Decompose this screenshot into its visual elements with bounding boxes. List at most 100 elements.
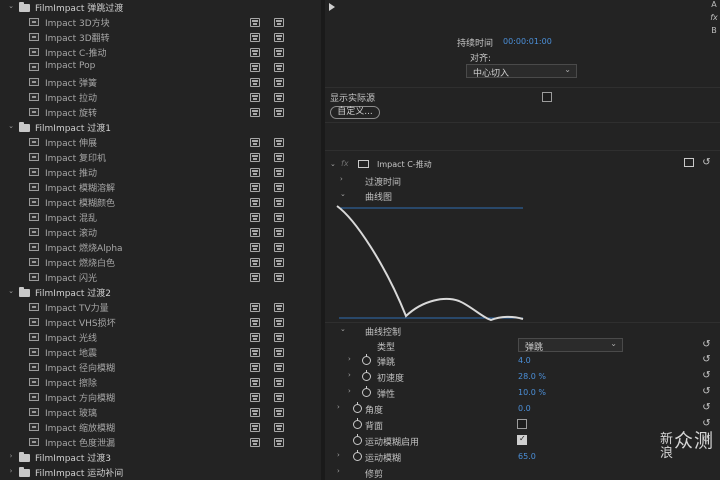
accelerated-badge-icon: [250, 423, 260, 432]
tree-folder[interactable]: ⌄ FilmImpact 弹跳过渡: [0, 0, 321, 15]
expand-triangle-icon[interactable]: ›: [337, 451, 340, 459]
tree-folder[interactable]: › FilmImpact 过渡3: [0, 450, 321, 465]
reset-icon[interactable]: ↺: [701, 370, 712, 381]
tree-item-label: Impact Pop: [45, 61, 96, 71]
tree-item[interactable]: Impact 弹簧: [0, 75, 321, 90]
accelerated-badge-icon: [250, 303, 260, 312]
collapse-triangle-icon[interactable]: ⌄: [340, 190, 346, 198]
tree-item[interactable]: Impact 混乱: [0, 210, 321, 225]
collapse-triangle-icon[interactable]: ⌄: [340, 325, 346, 333]
tree-item[interactable]: Impact 色度泄漏: [0, 435, 321, 450]
motion-blur-enable-checkbox[interactable]: [517, 434, 527, 445]
tree-item[interactable]: Impact 径向模糊: [0, 360, 321, 375]
show-source-checkbox[interactable]: [542, 92, 552, 102]
reset-icon[interactable]: ↺: [701, 354, 712, 365]
collapse-triangle-icon[interactable]: ⌄: [330, 160, 336, 168]
tree-item[interactable]: Impact 复印机: [0, 150, 321, 165]
tree-item[interactable]: Impact 3D翻转: [0, 30, 321, 45]
velocity-value[interactable]: 28.0 %: [518, 372, 546, 381]
tree-item[interactable]: Impact 缩放模糊: [0, 420, 321, 435]
tree-item[interactable]: Impact 伸展: [0, 135, 321, 150]
yuv-badge-icon: [274, 18, 284, 27]
motion-blur-label: 运动模糊: [365, 454, 402, 464]
reset-icon[interactable]: ↺: [701, 386, 712, 397]
transition-effect-icon: [29, 258, 39, 266]
angle-value[interactable]: 0.0: [518, 404, 531, 413]
tree-item[interactable]: Impact 模糊颜色: [0, 195, 321, 210]
motion-blur-enable-label: 运动模糊启用: [365, 438, 420, 448]
tree-item[interactable]: Impact 旋转: [0, 105, 321, 120]
reset-icon[interactable]: ↺: [701, 402, 712, 413]
accelerated-badge-icon: [250, 18, 260, 27]
play-icon[interactable]: [329, 3, 335, 11]
yuv-badge-icon: [274, 78, 284, 87]
stopwatch-icon[interactable]: [353, 450, 362, 461]
tree-item-label: Impact 燃烧白色: [45, 259, 115, 269]
elastic-value[interactable]: 10.0 %: [518, 388, 546, 397]
type-label: 类型: [377, 343, 396, 353]
folder-icon: [19, 122, 30, 132]
accelerated-badge-icon: [250, 348, 260, 357]
stopwatch-icon[interactable]: [362, 354, 371, 365]
duration-value[interactable]: 00:00:01:00: [503, 37, 552, 46]
fx-badge[interactable]: fx: [341, 159, 349, 168]
bounce-value[interactable]: 4.0: [518, 356, 531, 365]
velocity-label: 初速度: [377, 374, 405, 384]
tree-item-label: Impact 光线: [45, 334, 97, 344]
tree-item[interactable]: Impact 燃烧白色: [0, 255, 321, 270]
stopwatch-icon[interactable]: [353, 402, 362, 413]
folder-icon: [19, 467, 30, 477]
reset-icon[interactable]: ↺: [701, 418, 712, 429]
reset-icon[interactable]: ↺: [701, 157, 712, 168]
expand-triangle-icon[interactable]: ›: [348, 355, 351, 363]
collapse-triangle-icon[interactable]: ⌄: [6, 2, 16, 10]
yuv-badge-icon: [274, 258, 284, 267]
tree-item-label: Impact 模糊溶解: [45, 184, 115, 194]
expand-triangle-icon[interactable]: ›: [6, 452, 16, 460]
stopwatch-icon[interactable]: [362, 370, 371, 381]
tree-item[interactable]: Impact 3D方块: [0, 15, 321, 30]
tree-item[interactable]: Impact 滚动: [0, 225, 321, 240]
tree-item[interactable]: Impact C-推动: [0, 45, 321, 60]
tree-item[interactable]: Impact VHS损坏: [0, 315, 321, 330]
alignment-select[interactable]: 中心切入 ⌄: [466, 64, 577, 79]
reset-icon[interactable]: ↺: [701, 339, 712, 350]
tree-item[interactable]: Impact 方向模糊: [0, 390, 321, 405]
tree-item[interactable]: Impact 拉动: [0, 90, 321, 105]
tree-item[interactable]: Impact 闪光: [0, 270, 321, 285]
motion-blur-value[interactable]: 65.0: [518, 452, 536, 461]
tree-folder[interactable]: ⌄ FilmImpact 过渡1: [0, 120, 321, 135]
expand-triangle-icon[interactable]: ›: [348, 371, 351, 379]
tree-item[interactable]: Impact TV力量: [0, 300, 321, 315]
yuv-badge-icon: [274, 408, 284, 417]
expand-triangle-icon[interactable]: ›: [6, 467, 16, 475]
type-select[interactable]: 弹跳 ⌄: [518, 338, 623, 353]
expand-triangle-icon[interactable]: ›: [340, 175, 343, 183]
tree-item[interactable]: Impact 擦除: [0, 375, 321, 390]
stopwatch-icon[interactable]: [353, 418, 362, 429]
tree-item[interactable]: Impact 燃烧Alpha: [0, 240, 321, 255]
expand-triangle-icon[interactable]: ›: [348, 387, 351, 395]
tree-item[interactable]: Impact 光线: [0, 330, 321, 345]
tree-item[interactable]: Impact 地震: [0, 345, 321, 360]
collapse-triangle-icon[interactable]: ⌄: [6, 287, 16, 295]
custom-button[interactable]: 自定义...: [330, 106, 380, 119]
back-checkbox[interactable]: [517, 419, 527, 429]
export-icon[interactable]: [684, 158, 694, 167]
tree-item[interactable]: Impact 模糊溶解: [0, 180, 321, 195]
stopwatch-icon[interactable]: [362, 386, 371, 397]
chevron-down-icon: ⌄: [610, 339, 617, 348]
stopwatch-icon[interactable]: [353, 434, 362, 445]
tree-folder[interactable]: ⌄ FilmImpact 过渡2: [0, 285, 321, 300]
tree-item[interactable]: Impact Pop: [0, 60, 321, 75]
curve-graph[interactable]: [335, 204, 535, 324]
tree-item[interactable]: Impact 玻璃: [0, 405, 321, 420]
yuv-badge-icon: [274, 303, 284, 312]
tree-folder[interactable]: › FilmImpact 运动补间: [0, 465, 321, 480]
tree-item[interactable]: Impact 推动: [0, 165, 321, 180]
collapse-triangle-icon[interactable]: ⌄: [6, 122, 16, 130]
yuv-badge-icon: [274, 378, 284, 387]
yuv-badge-icon: [274, 423, 284, 432]
expand-triangle-icon[interactable]: ›: [337, 467, 340, 475]
expand-triangle-icon[interactable]: ›: [337, 403, 340, 411]
